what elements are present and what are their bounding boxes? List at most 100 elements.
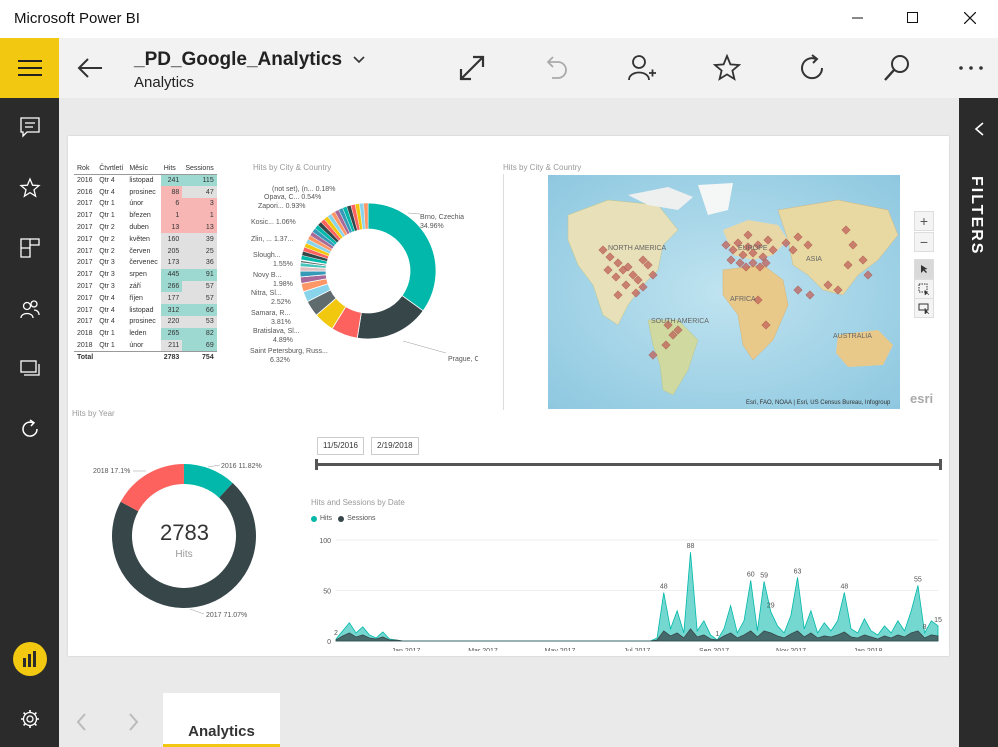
chevron-left-icon: [974, 122, 984, 136]
table-row[interactable]: 2016 Qtr 4 listopad 241 115: [74, 174, 217, 187]
chevron-down-icon: [353, 56, 365, 64]
leader-line: [207, 464, 221, 468]
table-cell: 177: [160, 292, 183, 305]
undo-button[interactable]: [535, 46, 579, 90]
table-cell: 445: [160, 268, 183, 281]
favorite-button[interactable]: [705, 46, 749, 90]
filters-pane[interactable]: FILTERS: [959, 98, 998, 747]
table-row[interactable]: 2016 Qtr 4 prosinec 88 47: [74, 186, 217, 199]
slicer-handle-start[interactable]: [315, 459, 318, 470]
matrix-column-header[interactable]: Hits: [160, 163, 183, 175]
table-row[interactable]: 2017 Qtr 1 únor 6 3: [74, 198, 217, 210]
matrix-column-header[interactable]: Sessions: [182, 163, 217, 175]
next-page-button[interactable]: [128, 712, 140, 737]
nav-powerbi[interactable]: [0, 635, 59, 683]
table-cell: Qtr 1: [99, 200, 115, 208]
donut-label: Bratislava, Sl... 4.89%: [253, 328, 300, 344]
search-icon: [884, 55, 909, 81]
table-row[interactable]: 2017 Qtr 1 březen 1 1: [74, 209, 217, 222]
lasso-select-button[interactable]: [914, 298, 934, 318]
donut-label: Nitra, Sl... 2.52%: [251, 290, 291, 306]
data-label: 63: [794, 568, 802, 575]
nav-comments[interactable]: [0, 103, 59, 151]
x-tick-label: Nov 2017: [776, 648, 806, 651]
more-button[interactable]: [949, 46, 993, 90]
data-label: 48: [660, 584, 668, 591]
search-button[interactable]: [875, 46, 919, 90]
nav-favorites[interactable]: [0, 164, 59, 212]
matrix-column-header[interactable]: Měsíc: [126, 163, 161, 175]
data-label: 1: [715, 631, 719, 638]
nav-recent[interactable]: [0, 405, 59, 453]
expand-icon: [459, 55, 485, 81]
x-tick-label: May 2017: [545, 648, 576, 651]
matrix-column-header[interactable]: Rok: [74, 163, 97, 175]
data-label: 48: [840, 584, 848, 591]
star-icon: [713, 54, 741, 81]
table-cell: 2018: [77, 330, 93, 338]
table-row[interactable]: 2017 Qtr 2 květen 160 39: [74, 233, 217, 246]
label-north-america: NORTH AMERICA: [608, 245, 667, 252]
data-label: 29: [767, 603, 775, 610]
city-donut-chart[interactable]: Brno, Czechia34.96% Prague, Czechia 17.57…: [248, 181, 478, 371]
fullscreen-button[interactable]: [450, 46, 494, 90]
table-row[interactable]: 2018 Qtr 1 únor 211 69: [74, 339, 217, 352]
back-button[interactable]: [68, 46, 112, 90]
rect-select-button[interactable]: [914, 279, 934, 299]
label-europe: EUROPE: [738, 245, 768, 252]
nav-workspaces[interactable]: [0, 345, 59, 393]
comment-icon: [19, 117, 40, 138]
close-button[interactable]: [947, 0, 993, 36]
table-cell: Qtr 4: [99, 177, 115, 185]
table-cell: 2017: [77, 235, 93, 243]
leader-line: [189, 608, 205, 615]
prev-page-button[interactable]: [75, 712, 87, 737]
zoom-in-button[interactable]: +: [914, 211, 934, 231]
slicer-end-date[interactable]: 2/19/2018: [371, 437, 419, 455]
zoom-out-button[interactable]: −: [914, 232, 934, 252]
select-tool-button[interactable]: [914, 259, 934, 279]
donut-label: Zlin, ... 1.37...: [251, 236, 293, 243]
maximize-button[interactable]: [890, 0, 936, 36]
maximize-icon: [907, 12, 918, 23]
table-row[interactable]: 2017 Qtr 3 září 266 57: [74, 280, 217, 293]
invite-button[interactable]: [620, 46, 664, 90]
table-row[interactable]: 2017 Qtr 3 červenec 173 36: [74, 257, 217, 269]
table-row[interactable]: 2017 Qtr 4 říjen 177 57: [74, 292, 217, 305]
tab-analytics[interactable]: Analytics: [163, 693, 280, 747]
world-map[interactable]: NORTH AMERICA SOUTH AMERICA EUROPE AFRIC…: [548, 175, 900, 409]
refresh-button[interactable]: [790, 46, 834, 90]
donut-label: Prague, Czechia 17.57%: [448, 356, 478, 363]
dashboard-title[interactable]: _PD_Google_Analytics: [134, 49, 365, 71]
hits-sessions-area-chart[interactable]: 100 50 0 Jan 2017 Mar 2017 May 2017 Jul 2017 Se…: [306, 526, 946, 651]
table-row[interactable]: 2017 Qtr 2 červen 205 25: [74, 245, 217, 258]
hamburger-button[interactable]: [0, 38, 59, 98]
table-row[interactable]: 2017 Qtr 2 duben 13 13: [74, 221, 217, 234]
pointer-icon: [921, 265, 928, 273]
table-row[interactable]: 2017 Qtr 4 prosinec 220 53: [74, 316, 217, 328]
donut-label: Novy B... 1.98%: [253, 272, 293, 288]
table-cell: 2017: [77, 200, 93, 208]
data-label: 15: [934, 617, 942, 624]
year-total-value: 2783: [160, 520, 209, 545]
table-cell: Qtr 2: [99, 247, 115, 255]
nav-shared[interactable]: [0, 286, 59, 334]
hits-matrix[interactable]: Rok Čtvrtletí Měsíc Hits Sessions 2016 Qtr 4 l…: [74, 163, 217, 364]
table-cell: Qtr 3: [99, 283, 115, 291]
table-row[interactable]: 2017 Qtr 4 listopad 312 66: [74, 304, 217, 317]
table-cell: srpen: [129, 271, 147, 279]
slicer-handle-end[interactable]: [939, 459, 942, 470]
table-cell: prosinec: [129, 188, 156, 196]
table-cell: Qtr 1: [99, 212, 115, 220]
nav-dashboards[interactable]: [0, 224, 59, 272]
matrix-column-header[interactable]: Čtvrtletí: [96, 163, 127, 175]
minimize-icon: [852, 17, 863, 19]
table-row[interactable]: 2017 Qtr 3 srpen 445 91: [74, 268, 217, 281]
table-cell: 66: [182, 304, 217, 317]
table-cell: Total: [74, 350, 97, 364]
minimize-button[interactable]: [835, 0, 881, 36]
table-row[interactable]: 2018 Qtr 1 leden 265 82: [74, 327, 217, 340]
table-cell: 36: [182, 257, 217, 269]
nav-settings[interactable]: [0, 695, 59, 743]
slicer-start-date[interactable]: 11/5/2016: [317, 437, 364, 455]
